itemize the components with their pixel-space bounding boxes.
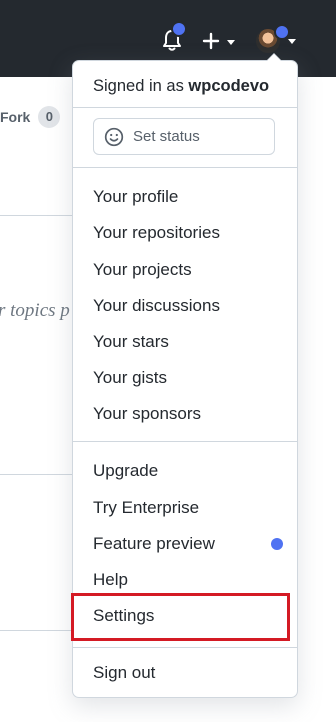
menu-item-sign-out[interactable]: Sign out	[93, 663, 155, 683]
divider	[0, 630, 80, 631]
signed-in-prefix: Signed in as	[93, 77, 189, 95]
avatar-indicator-dot	[274, 24, 290, 40]
settings-highlight-box	[71, 593, 290, 641]
chevron-down-icon	[227, 40, 235, 45]
menu-item-help[interactable]: Help	[93, 570, 128, 590]
menu-item-your-stars[interactable]: Your stars	[93, 332, 169, 352]
menu-item-your-repositories[interactable]: Your repositories	[93, 223, 220, 243]
fork-label: Fork	[0, 109, 31, 125]
menu-item-your-discussions[interactable]: Your discussions	[93, 296, 220, 316]
menu-item-try-enterprise[interactable]: Try Enterprise	[93, 498, 199, 518]
set-status-label: Set status	[133, 128, 200, 145]
chevron-down-icon	[288, 39, 296, 44]
create-new-button[interactable]	[198, 27, 240, 55]
divider	[73, 441, 297, 442]
menu-item-your-sponsors[interactable]: Your sponsors	[93, 404, 201, 424]
divider	[73, 167, 297, 168]
plus-icon	[202, 32, 220, 50]
signed-in-header: Signed in as wpcodevo	[93, 77, 269, 96]
fork-count-badge: 0	[38, 106, 61, 128]
divider	[0, 215, 80, 216]
menu-item-your-gists[interactable]: Your gists	[93, 368, 167, 388]
divider	[73, 647, 297, 648]
username: wpcodevo	[188, 77, 270, 95]
divider	[0, 474, 80, 475]
user-dropdown-menu: Signed in as wpcodevo Set status Your pr…	[71, 53, 298, 698]
menu-item-your-profile[interactable]: Your profile	[93, 187, 178, 207]
notifications-button[interactable]	[159, 21, 187, 54]
set-status-button[interactable]: Set status	[93, 118, 275, 155]
menu-item-upgrade[interactable]: Upgrade	[93, 461, 158, 481]
divider	[73, 107, 297, 108]
smiley-icon	[104, 127, 124, 147]
fork-button[interactable]: Fork 0	[0, 104, 61, 130]
menu-item-feature-preview[interactable]: Feature preview	[93, 534, 215, 554]
notification-indicator-dot	[171, 21, 187, 37]
topics-placeholder-text: r topics p	[0, 300, 70, 321]
feature-preview-indicator-dot	[271, 538, 283, 550]
menu-item-your-projects[interactable]: Your projects	[93, 260, 192, 280]
